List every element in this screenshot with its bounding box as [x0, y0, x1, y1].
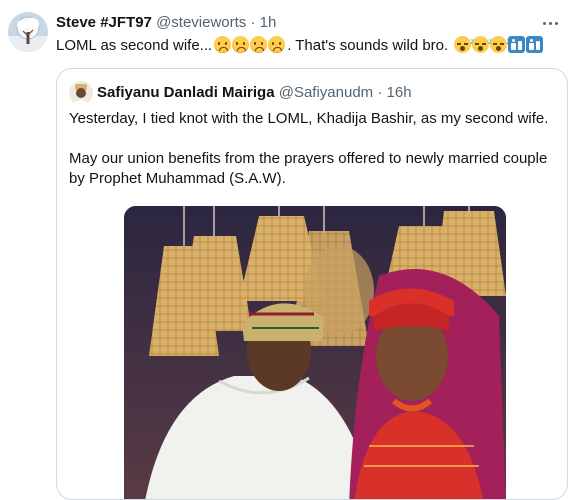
restroom-icon — [526, 36, 544, 53]
sad-emoji-group — [214, 36, 286, 53]
quoted-tweet-header: Safiyanu Danladi Mairiga @Safiyanudm · 1… — [97, 83, 412, 103]
wedding-photo-image — [124, 206, 506, 499]
quoted-author-name[interactable]: Safiyanu Danladi Mairiga — [97, 84, 275, 101]
restroom-icon — [508, 36, 526, 53]
quoted-paragraph-1: Yesterday, I tied knot with the LOML, Kh… — [69, 110, 549, 127]
separator-dot: · — [377, 84, 383, 101]
dot-icon — [554, 21, 558, 25]
wedding-photo[interactable] — [124, 206, 506, 499]
tweet[interactable]: Steve #JFT97 @stevieworts · 1h LOML as s… — [0, 0, 573, 500]
frowning-face-icon — [214, 36, 232, 53]
more-options-button[interactable] — [539, 12, 561, 34]
man-in-cap-avatar-icon — [69, 81, 93, 105]
sleeping-face-icon: z — [472, 36, 492, 53]
author-avatar[interactable] — [8, 12, 48, 52]
quoted-paragraph-2: May our union benefits from the prayers … — [69, 150, 548, 187]
quoted-tweet-text: Yesterday, I tied knot with the LOML, Kh… — [69, 109, 555, 189]
frowning-face-icon — [250, 36, 268, 53]
author-handle[interactable]: @stevieworts — [156, 14, 246, 31]
quoted-author-avatar[interactable] — [69, 81, 93, 105]
dot-icon — [542, 21, 546, 25]
tweet-text: LOML as second wife... . That's sounds wi… — [56, 36, 565, 56]
frowning-face-icon — [268, 36, 286, 53]
tweet-time[interactable]: 1h — [260, 14, 277, 31]
tail-emoji-group: zzz — [454, 36, 544, 53]
sleeping-face-icon: z — [490, 36, 510, 53]
quoted-tweet[interactable]: Safiyanu Danladi Mairiga @Safiyanudm · 1… — [56, 68, 568, 500]
author-name[interactable]: Steve #JFT97 — [56, 14, 152, 31]
sleeping-face-icon: z — [454, 36, 474, 53]
tweet-header: Steve #JFT97 @stevieworts · 1h — [56, 13, 543, 33]
frowning-face-icon — [232, 36, 250, 53]
tree-avatar-icon — [8, 12, 48, 52]
quoted-tweet-time[interactable]: 16h — [387, 84, 412, 101]
tweet-text-part1: LOML as second wife... — [56, 37, 213, 54]
separator-dot: · — [250, 14, 256, 31]
dot-icon — [548, 21, 552, 25]
tweet-text-part2: . That's sounds wild bro. — [287, 37, 449, 54]
quoted-author-handle[interactable]: @Safiyanudm — [279, 84, 373, 101]
